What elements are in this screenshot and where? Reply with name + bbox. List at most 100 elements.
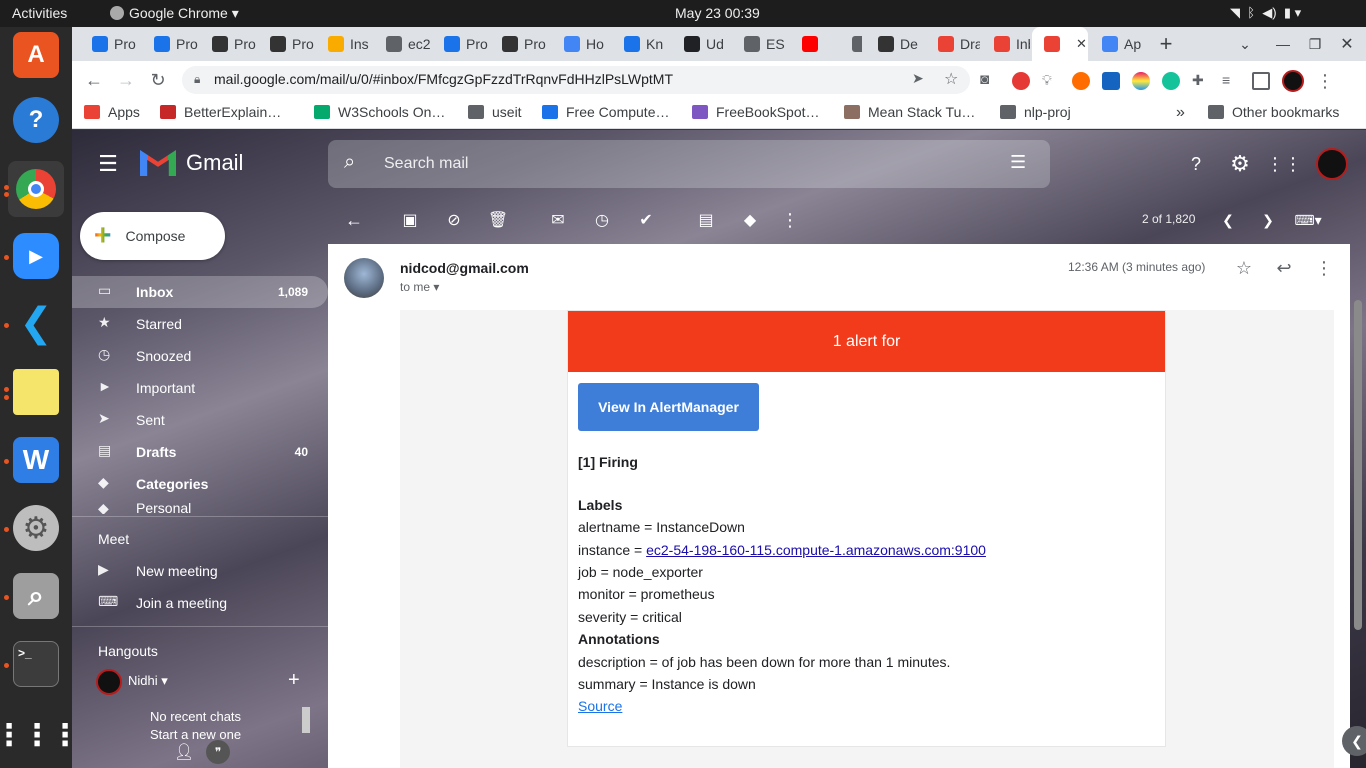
- share-icon[interactable]: ➤: [912, 70, 924, 87]
- chrome-menu-icon[interactable]: ⋮: [1316, 71, 1334, 92]
- terminal-icon[interactable]: >_: [13, 641, 59, 687]
- move-to-icon[interactable]: ▤: [694, 208, 718, 232]
- sticky-notes-icon[interactable]: [13, 369, 59, 415]
- search-bar[interactable]: ⌕ Search mail ☰: [328, 140, 1050, 188]
- back-icon[interactable]: ←: [82, 68, 106, 92]
- close-tab-icon[interactable]: ✕: [1076, 36, 1087, 52]
- forward-icon[interactable]: →: [114, 68, 138, 92]
- browser-tab[interactable]: ✕: [1032, 27, 1088, 61]
- nav-item-inbox[interactable]: ▭ Inbox 1,089: [72, 276, 328, 308]
- more-actions-icon[interactable]: ⋮: [778, 208, 802, 232]
- reload-icon[interactable]: ↻: [146, 68, 170, 92]
- paint-extension-icon[interactable]: [1132, 72, 1150, 90]
- browser-tab[interactable]: Pro: [490, 27, 548, 61]
- browser-tab[interactable]: Dra: [926, 27, 980, 61]
- clock[interactable]: May 23 00:39: [675, 5, 760, 21]
- new-meeting-link[interactable]: ▶ New meeting: [72, 555, 328, 587]
- nav-item-drafts[interactable]: ▤ Drafts 40: [72, 436, 328, 468]
- delete-icon[interactable]: 🗑︎: [486, 208, 510, 232]
- archive-icon[interactable]: ▣: [398, 208, 422, 232]
- page-scrollbar[interactable]: [1354, 300, 1362, 630]
- older-icon[interactable]: ❯: [1256, 208, 1280, 232]
- main-menu-icon[interactable]: ☰: [96, 151, 120, 176]
- search-input[interactable]: Search mail: [384, 155, 468, 173]
- bookmark-item[interactable]: BetterExplain…: [160, 104, 281, 120]
- back-to-inbox-icon[interactable]: ←: [342, 208, 366, 232]
- tab-search-icon[interactable]: ⌄: [1233, 32, 1257, 56]
- snooze-icon[interactable]: ◷: [590, 208, 614, 232]
- bookmark-item[interactable]: Apps: [84, 104, 140, 120]
- status-tray[interactable]: ◥ ᛒ ◀) ▮ ▾: [1230, 5, 1301, 21]
- address-bar[interactable]: 🔒︎ mail.google.com/mail/u/0/#inbox/FMfcg…: [182, 66, 970, 94]
- hangouts-chat-icon[interactable]: ❞: [206, 740, 230, 764]
- reading-list-icon[interactable]: ≡: [1222, 72, 1240, 90]
- browser-tab[interactable]: [840, 27, 862, 61]
- side-panel-icon[interactable]: [1252, 72, 1270, 90]
- bookmark-item[interactable]: FreeBookSpot…: [692, 104, 820, 120]
- join-meeting-link[interactable]: ⌨ Join a meeting: [72, 587, 328, 619]
- reply-icon[interactable]: ↩: [1272, 256, 1296, 280]
- search-icon[interactable]: ⌕: [344, 151, 355, 174]
- search-options-icon[interactable]: ☰: [1010, 152, 1026, 173]
- hangouts-user[interactable]: Nidhi ▾: [128, 673, 168, 689]
- browser-tab[interactable]: [790, 27, 836, 61]
- browser-tab[interactable]: Kn: [612, 27, 670, 61]
- screenshot-icon[interactable]: ⌕: [13, 573, 59, 619]
- adblock-icon[interactable]: [1012, 72, 1030, 90]
- browser-tab[interactable]: Pro: [142, 27, 200, 61]
- recipient-details[interactable]: to me ▾: [400, 280, 439, 294]
- software-center-icon[interactable]: A: [13, 32, 59, 78]
- close-window-icon[interactable]: ✕: [1335, 32, 1359, 56]
- nav-item-snoozed[interactable]: ◷ Snoozed: [72, 340, 328, 372]
- lightbulb-icon[interactable]: 💡︎: [1042, 72, 1060, 90]
- settings-gear-icon[interactable]: ⚙: [1228, 151, 1252, 176]
- browser-tab[interactable]: Pro: [432, 27, 490, 61]
- hangouts-scrollbar[interactable]: [302, 707, 310, 733]
- new-chat-icon[interactable]: +: [288, 669, 300, 692]
- bookmark-item[interactable]: useit: [468, 104, 522, 120]
- settings-icon[interactable]: ⚙: [13, 505, 59, 551]
- nav-item-important[interactable]: ► Important: [72, 372, 328, 404]
- extensions-puzzle-icon[interactable]: ✚: [1192, 72, 1210, 90]
- gmail-logo[interactable]: Gmail: [140, 150, 243, 176]
- browser-tab[interactable]: ES: [732, 27, 790, 61]
- minimize-icon[interactable]: —: [1271, 32, 1295, 56]
- bookmark-item[interactable]: W3Schools On…: [314, 104, 445, 120]
- side-panel-toggle-icon[interactable]: ❮: [1342, 726, 1366, 756]
- help-icon[interactable]: ?: [13, 97, 59, 143]
- support-icon[interactable]: ?: [1184, 152, 1208, 176]
- browser-tab[interactable]: Pro: [200, 27, 258, 61]
- input-tools-icon[interactable]: ⌨▾: [1294, 208, 1321, 232]
- app-menu[interactable]: Google Chrome ▾: [110, 5, 239, 22]
- shazam-extension-icon[interactable]: [1102, 72, 1120, 90]
- label-icon[interactable]: ◆: [738, 208, 762, 232]
- browser-tab[interactable]: Pro: [258, 27, 316, 61]
- browser-tab[interactable]: Ho: [552, 27, 610, 61]
- compose-button[interactable]: + Compose: [80, 212, 225, 260]
- add-task-icon[interactable]: ✔: [634, 208, 658, 232]
- start-new-chat-link[interactable]: Start a new one: [150, 727, 241, 739]
- nav-item-starred[interactable]: ★ Starred: [72, 308, 328, 340]
- view-in-alertmanager-button[interactable]: View In AlertManager: [578, 383, 759, 431]
- browser-tab[interactable]: Ap: [1090, 27, 1150, 61]
- vscode-icon[interactable]: ❮: [13, 300, 59, 346]
- more-options-icon[interactable]: ⋮: [1312, 256, 1336, 280]
- camera-icon[interactable]: ◙: [980, 71, 1000, 91]
- nav-item-categories[interactable]: ◆ Categories: [72, 468, 328, 500]
- hangouts-user-avatar[interactable]: [96, 669, 122, 695]
- show-apps-icon[interactable]: ⋮⋮⋮: [0, 712, 80, 758]
- grammarly-icon[interactable]: [1162, 72, 1180, 90]
- nav-item-personal[interactable]: ◆ Personal: [72, 500, 328, 514]
- profile-avatar[interactable]: [1282, 70, 1304, 92]
- url-text[interactable]: mail.google.com/mail/u/0/#inbox/FMfcgzGp…: [214, 71, 673, 87]
- chrome-dock-icon[interactable]: [8, 161, 64, 217]
- instance-link[interactable]: ec2-54-198-160-115.compute-1.amazonaws.c…: [646, 542, 986, 558]
- wps-office-icon[interactable]: W: [13, 437, 59, 483]
- maximize-icon[interactable]: ❐: [1303, 32, 1327, 56]
- star-icon[interactable]: ☆: [1232, 256, 1256, 280]
- browser-tab[interactable]: Ins: [316, 27, 374, 61]
- browser-tab[interactable]: ec2: [374, 27, 432, 61]
- browser-tab[interactable]: Ud: [672, 27, 730, 61]
- other-bookmarks[interactable]: Other bookmarks: [1208, 104, 1339, 120]
- bookmark-item[interactable]: Free Compute…: [542, 104, 669, 120]
